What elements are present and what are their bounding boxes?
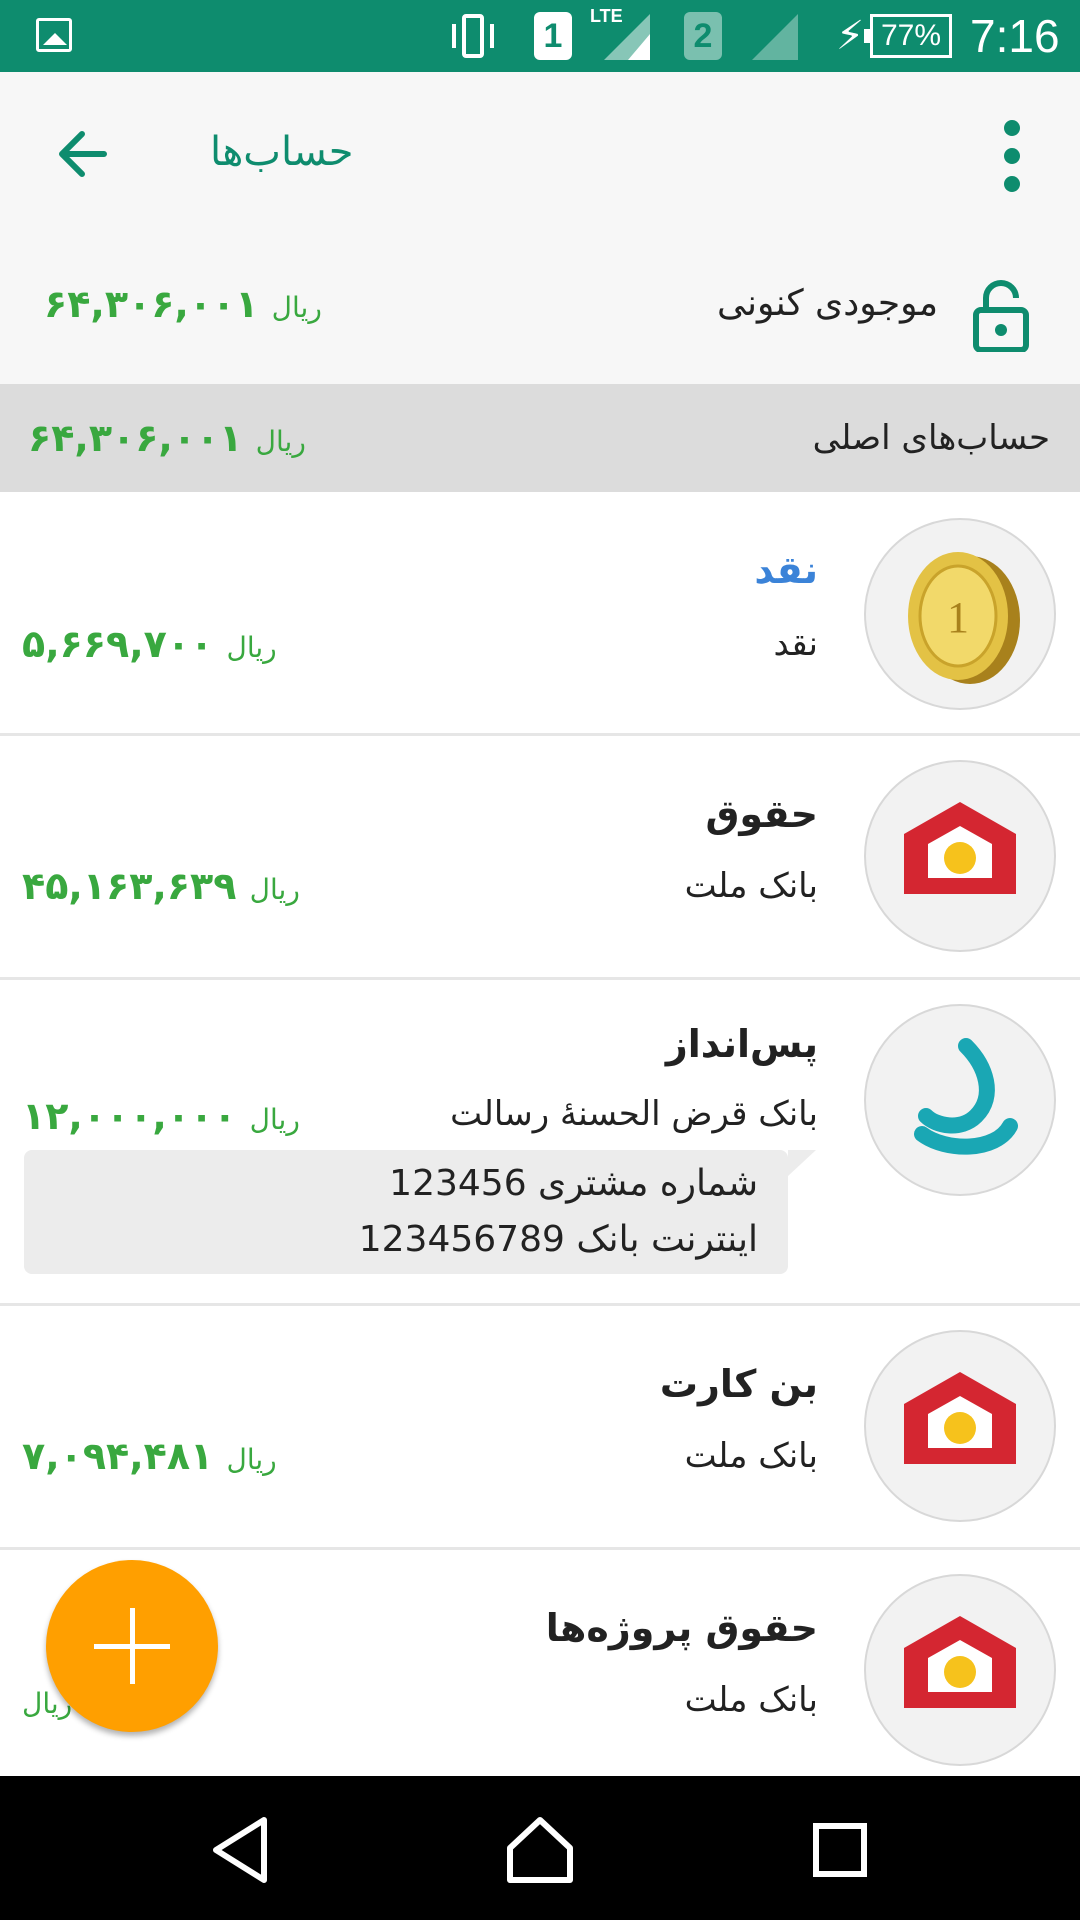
battery-indicator: 77%: [864, 14, 952, 58]
bank-mellat-logo: [864, 1330, 1056, 1522]
nav-home-icon[interactable]: [492, 1802, 588, 1898]
account-item-savings[interactable]: پس‌انداز بانک قرض الحسنهٔ رسالت ریال ۱۲,…: [0, 980, 1080, 1306]
account-bank: نقد: [773, 624, 818, 664]
sim1-icon: 1: [534, 12, 572, 60]
account-note: شماره مشتری 123456 اینترنت بانک 12345678…: [24, 1150, 816, 1274]
account-item-salary[interactable]: حقوق بانک ملت ریال ۴۵,۱۶۳,۶۳۹: [0, 736, 1080, 980]
status-clock: 7:16: [970, 10, 1060, 62]
bank-mellat-logo: [864, 1574, 1056, 1766]
nav-back-icon[interactable]: [194, 1802, 290, 1898]
lock-icon[interactable]: [972, 280, 1030, 353]
vibrate-icon: [446, 14, 500, 58]
account-item-cash[interactable]: 1 نقد نقد ریال ۵,۶۶۹,۷۰۰: [0, 492, 1080, 736]
customer-number: شماره مشتری 123456: [389, 1163, 758, 1204]
main-accounts-total: ۶۴,۳۰۶,۰۰۱ ریال: [28, 416, 306, 460]
gallery-icon: [36, 18, 72, 52]
account-name: حقوق پروژه‌ها: [545, 1606, 818, 1650]
account-bank: بانک ملت: [684, 1436, 818, 1476]
account-item-bon-card[interactable]: بن کارت بانک ملت ریال ۷,۰۹۴,۴۸۱: [0, 1306, 1080, 1550]
add-account-button[interactable]: [46, 1560, 218, 1732]
sim2-icon: 2: [684, 12, 722, 60]
nav-recents-icon[interactable]: [792, 1802, 888, 1898]
account-amount: ریال ۴۵,۱۶۳,۶۳۹: [22, 864, 300, 908]
current-balance-row: ۶۴,۳۰۶,۰۰۱ ریال موجودی کنونی: [0, 236, 1080, 384]
account-bank: بانک ملت: [684, 866, 818, 906]
signal-empty-icon: [752, 14, 798, 60]
main-accounts-label: حساب‌های اصلی: [812, 418, 1050, 458]
internet-bank-number: اینترنت بانک 123456789: [358, 1219, 758, 1260]
account-name: نقد: [754, 548, 818, 592]
page-title: حساب‌ها: [210, 129, 354, 175]
account-amount: ریال ۵,۶۶۹,۷۰۰: [22, 622, 277, 666]
account-name: حقوق: [705, 792, 818, 836]
system-nav-bar: [0, 1776, 1080, 1920]
more-vert-icon[interactable]: [998, 120, 1030, 192]
gold-coin-icon: 1: [864, 518, 1056, 710]
status-bar: 1 LTE 2 ⚡ 77% 7:16: [0, 0, 1080, 72]
charging-icon: ⚡: [836, 13, 865, 59]
current-balance-amount: ۶۴,۳۰۶,۰۰۱ ریال: [44, 282, 322, 326]
svg-text:1: 1: [947, 593, 969, 642]
app-bar: حساب‌ها: [0, 72, 1080, 236]
account-bank: بانک ملت: [684, 1680, 818, 1720]
account-name: پس‌انداز: [665, 1022, 818, 1066]
account-amount: ریال ۷,۰۹۴,۴۸۱: [22, 1434, 277, 1478]
arrow-left-icon[interactable]: [52, 124, 112, 184]
account-amount: ریال ۱۲,۰۰۰,۰۰۰: [22, 1094, 300, 1138]
bank-mellat-logo: [864, 760, 1056, 952]
bank-resalat-logo: [864, 1004, 1056, 1196]
main-accounts-header[interactable]: ۶۴,۳۰۶,۰۰۱ ریال حساب‌های اصلی: [0, 384, 1080, 492]
account-bank: بانک قرض الحسنهٔ رسالت: [450, 1094, 818, 1134]
current-balance-label: موجودی کنونی: [716, 283, 938, 324]
signal-icon: [604, 14, 650, 60]
account-name: بن کارت: [659, 1362, 818, 1406]
